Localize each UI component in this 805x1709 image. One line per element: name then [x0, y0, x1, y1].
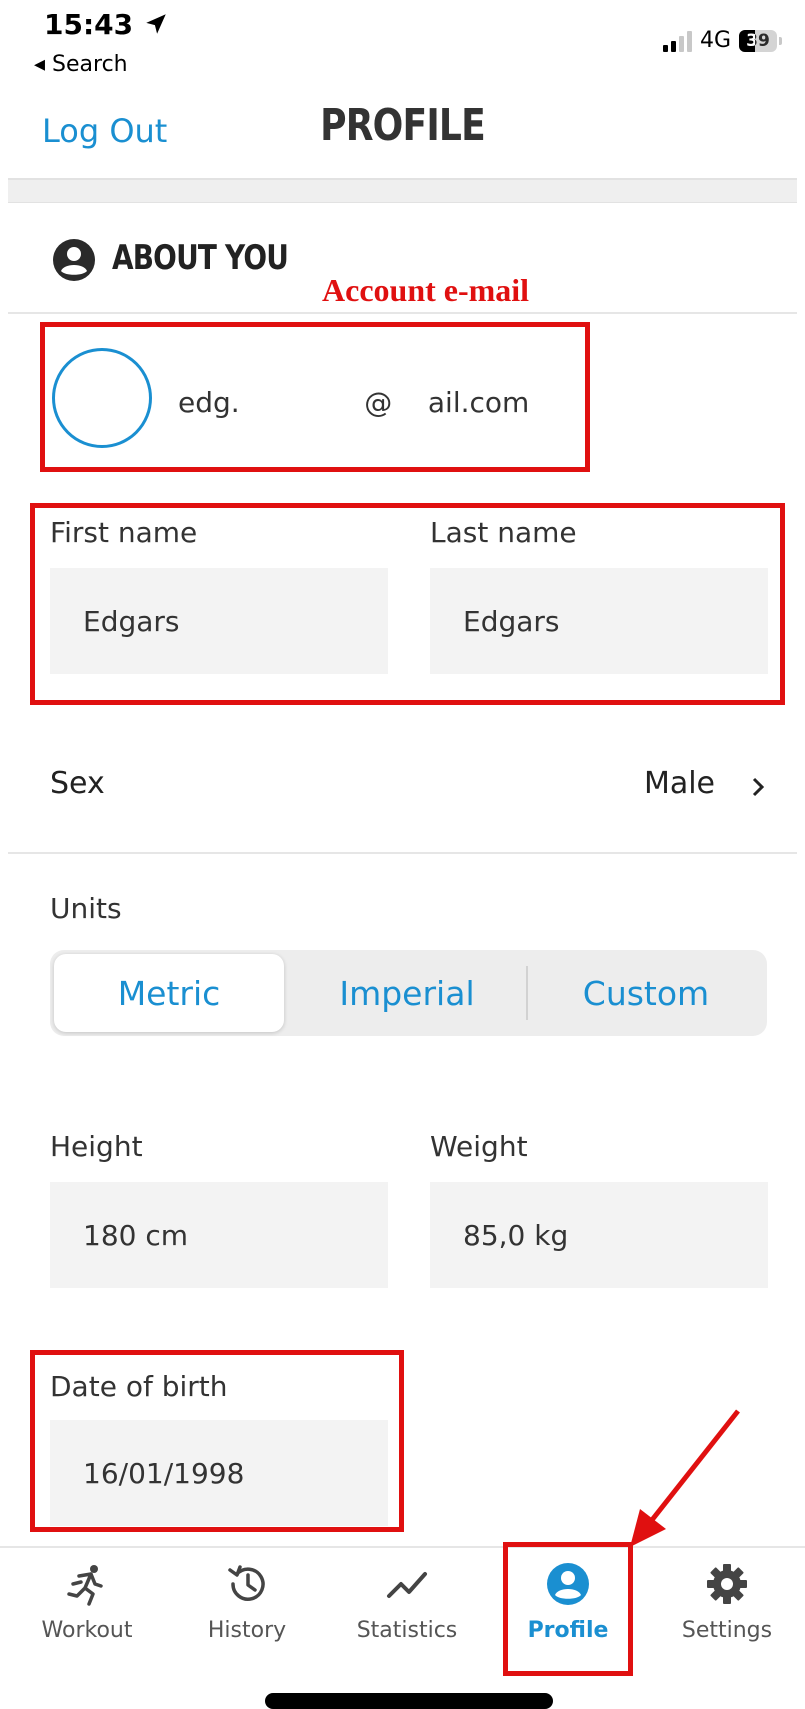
home-indicator: [265, 1693, 553, 1709]
tab-profile[interactable]: Profile: [493, 1562, 643, 1643]
header-divider: [8, 178, 797, 203]
tab-label-profile: Profile: [527, 1618, 609, 1643]
weight-field[interactable]: 85,0 kg: [430, 1182, 768, 1288]
units-option-custom[interactable]: Custom: [528, 954, 764, 1032]
user-circle-icon: [53, 239, 95, 281]
tab-label-settings: Settings: [681, 1618, 773, 1643]
date-of-birth-field[interactable]: 16/01/1998: [50, 1420, 388, 1526]
sex-value: Male: [643, 766, 715, 801]
annotation-arrow-icon: [630, 1409, 740, 1547]
units-label: Units: [50, 892, 122, 925]
date-of-birth-value: 16/01/1998: [83, 1456, 245, 1490]
tab-label-history: History: [207, 1618, 287, 1643]
section-title-about-you: ABOUT YOU: [112, 238, 289, 278]
sex-label: Sex: [50, 766, 105, 801]
page-title: PROFILE: [320, 100, 486, 151]
height-label: Height: [50, 1130, 143, 1163]
gear-icon: [707, 1564, 747, 1604]
tab-workout[interactable]: Workout: [12, 1562, 162, 1643]
battery-icon: 39: [739, 29, 782, 52]
first-name-field[interactable]: Edgars: [50, 568, 388, 674]
status-time-text: 15:43: [44, 8, 134, 41]
last-name-field[interactable]: Edgars: [430, 568, 768, 674]
weight-value: 85,0 kg: [463, 1218, 569, 1252]
signal-icon: [662, 30, 692, 52]
last-name-label: Last name: [430, 516, 577, 549]
units-option-metric[interactable]: Metric: [54, 954, 284, 1032]
running-icon: [67, 1565, 103, 1606]
first-name-label: First name: [50, 516, 198, 549]
tab-statistics[interactable]: Statistics: [332, 1562, 482, 1643]
date-of-birth-label: Date of birth: [50, 1370, 228, 1403]
tab-settings[interactable]: Settings: [652, 1562, 802, 1643]
height-field[interactable]: 180 cm: [50, 1182, 388, 1288]
weight-label: Weight: [430, 1130, 528, 1163]
statistics-icon: [387, 1572, 427, 1598]
chevron-right-icon: [752, 777, 765, 797]
tab-label-workout: Workout: [41, 1618, 133, 1643]
tab-label-statistics: Statistics: [356, 1618, 458, 1643]
account-email: edg. @ ail.com: [178, 386, 530, 419]
first-name-value: Edgars: [83, 604, 180, 638]
profile-icon: [547, 1563, 589, 1605]
battery-level: 39: [746, 30, 770, 51]
divider: [8, 312, 797, 314]
back-to-search[interactable]: ◂ Search: [34, 52, 128, 77]
tab-history[interactable]: History: [172, 1562, 322, 1643]
network-type: 4G: [699, 28, 731, 53]
status-indicators: 4G 39: [662, 28, 782, 53]
tabbar-divider: [0, 1546, 805, 1548]
units-segmented-control: Metric Imperial Custom: [50, 950, 767, 1036]
annotation-account-email: Account e-mail: [322, 272, 530, 308]
location-arrow-icon: [146, 14, 166, 34]
divider: [8, 852, 797, 854]
sex-row[interactable]: Sex Male: [0, 752, 805, 820]
height-value: 180 cm: [83, 1218, 189, 1252]
history-icon: [228, 1565, 265, 1601]
avatar[interactable]: [52, 348, 152, 448]
units-option-imperial[interactable]: Imperial: [288, 954, 526, 1032]
last-name-value: Edgars: [463, 604, 560, 638]
status-time: 15:43: [44, 8, 169, 41]
